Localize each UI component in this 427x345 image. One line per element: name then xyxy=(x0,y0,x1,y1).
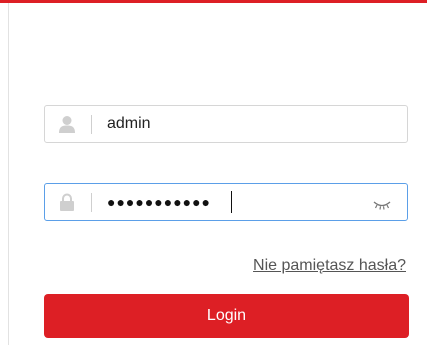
forgot-password-link[interactable]: Nie pamiętasz hasła? xyxy=(253,257,406,275)
text-caret xyxy=(231,191,232,213)
top-accent-bar xyxy=(0,0,427,3)
left-divider xyxy=(8,3,9,345)
user-icon xyxy=(59,115,75,133)
eye-closed-icon[interactable] xyxy=(373,197,391,210)
password-field[interactable]: ●●●●●●●●●●● xyxy=(44,183,408,221)
field-separator xyxy=(91,115,92,134)
username-value: admin xyxy=(107,115,151,132)
lock-icon xyxy=(59,193,75,211)
login-page: admin ●●●●●●●●●●● Nie pamiętasz hasła? L… xyxy=(0,0,427,345)
field-separator xyxy=(91,193,92,212)
password-mask: ●●●●●●●●●●● xyxy=(107,194,212,210)
login-button[interactable]: Login xyxy=(44,294,409,338)
username-field[interactable]: admin xyxy=(44,105,408,143)
